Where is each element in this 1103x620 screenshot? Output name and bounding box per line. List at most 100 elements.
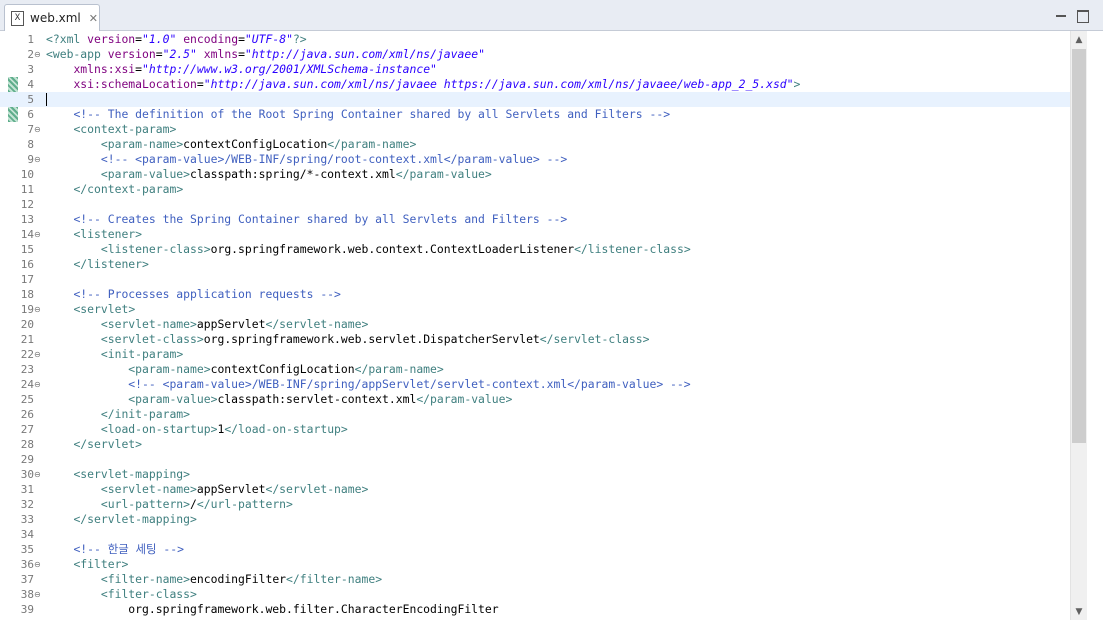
code-line[interactable]: 30 ⊖ <servlet-mapping> [0, 467, 1070, 482]
code-line[interactable]: 23 <param-name>contextConfigLocation</pa… [0, 362, 1070, 377]
fold-toggle-icon[interactable]: ⊖ [34, 377, 41, 392]
code-text: </servlet> [73, 437, 143, 451]
code-text: <web-app version="2.5" xmlns="http://jav… [46, 47, 485, 61]
fold-toggle-icon[interactable]: ⊖ [34, 152, 41, 167]
code-line[interactable]: 2 ⊖ <web-app version="2.5" xmlns="http://j… [0, 47, 1070, 62]
code-text: <init-param> [100, 347, 184, 361]
fold-toggle-icon[interactable]: ⊖ [34, 347, 41, 362]
code-text: <param-value>classpath:spring/*-context.… [100, 167, 492, 181]
code-line[interactable]: 25 <param-value>classpath:servlet-contex… [0, 392, 1070, 407]
code-line[interactable]: 14 ⊖ <listener> [0, 227, 1070, 242]
code-line[interactable]: 38 ⊖ <filter-class> [0, 587, 1070, 602]
code-line[interactable]: 21 <servlet-class>org.springframework.we… [0, 332, 1070, 347]
line-number: 7 [27, 123, 34, 136]
code-line[interactable]: 36 ⊖ <filter> [0, 557, 1070, 572]
code-text: <!-- <param-value>/WEB-INF/spring/appSer… [128, 377, 691, 391]
vertical-scrollbar[interactable]: ▲ ▼ [1070, 31, 1087, 620]
code-text: org.springframework.web.filter.Character… [46, 602, 499, 616]
fold-toggle-icon[interactable]: ⊖ [34, 227, 41, 242]
code-line[interactable]: 26 </init-param> [0, 407, 1070, 422]
fold-toggle-icon[interactable]: ⊖ [34, 122, 41, 137]
code-line[interactable]: 35 <!-- 한글 세팅 --> [0, 542, 1070, 557]
scroll-down-icon[interactable]: ▼ [1071, 603, 1087, 620]
code-text: <url-pattern>/</url-pattern> [100, 497, 293, 511]
code-text: <param-name>contextConfigLocation</param… [128, 362, 444, 376]
line-number: 22 [20, 348, 34, 361]
code-line[interactable]: 6 <!-- The definition of the Root Spring… [0, 107, 1070, 122]
code-line[interactable]: 28 </servlet> [0, 437, 1070, 452]
line-number: 27 [20, 423, 34, 436]
code-lines[interactable]: 1 <?xml version="1.0" encoding="UTF-8"?> 2… [0, 32, 1070, 617]
code-text: <param-name>contextConfigLocation</param… [100, 137, 417, 151]
code-line[interactable]: 5 [0, 92, 1070, 107]
code-line[interactable]: 27 <load-on-startup>1</load-on-startup> [0, 422, 1070, 437]
code-line[interactable]: 32 <url-pattern>/</url-pattern> [0, 497, 1070, 512]
line-number: 33 [20, 513, 34, 526]
code-line[interactable]: 12 [0, 197, 1070, 212]
code-line[interactable]: 33 </servlet-mapping> [0, 512, 1070, 527]
code-text: <servlet-name>appServlet</servlet-name> [100, 317, 369, 331]
fold-toggle-icon[interactable]: ⊖ [34, 587, 41, 602]
code-text: <filter-name>encodingFilter</filter-name… [100, 572, 383, 586]
code-line[interactable]: 8 <param-name>contextConfigLocation</par… [0, 137, 1070, 152]
code-text: </init-param> [100, 407, 191, 421]
code-line[interactable]: 9 ⊖ <!-- <param-value>/WEB-INF/spring/roo… [0, 152, 1070, 167]
code-line[interactable]: 7 ⊖ <context-param> [0, 122, 1070, 137]
line-number: 26 [20, 408, 34, 421]
xml-file-icon: X [11, 10, 24, 26]
minimize-icon[interactable] [1054, 9, 1068, 23]
line-number: 14 [20, 228, 34, 241]
code-line[interactable]: 17 [0, 272, 1070, 287]
line-number: 8 [27, 138, 34, 151]
code-line[interactable]: 11 </context-param> [0, 182, 1070, 197]
code-line[interactable]: 16 </listener> [0, 257, 1070, 272]
code-text: <servlet-name>appServlet</servlet-name> [100, 482, 369, 496]
code-text: <filter-class> [100, 587, 197, 601]
code-line[interactable]: 4 xsi:schemaLocation="http://java.sun.co… [0, 77, 1070, 92]
line-number: 28 [20, 438, 34, 451]
tab-web-xml[interactable]: X web.xml ✕ [4, 4, 100, 31]
line-number: 24 [20, 378, 34, 391]
code-line[interactable]: 1 <?xml version="1.0" encoding="UTF-8"?> [0, 32, 1070, 47]
text-caret [46, 93, 47, 106]
close-icon[interactable]: ✕ [89, 13, 98, 24]
line-number: 38 [20, 588, 34, 601]
code-line[interactable]: 34 [0, 527, 1070, 542]
code-text: xmlns:xsi="http://www.w3.org/2001/XMLSch… [73, 62, 437, 76]
fold-toggle-icon[interactable]: ⊖ [34, 557, 41, 572]
line-number: 23 [20, 363, 34, 376]
code-line[interactable]: 37 <filter-name>encodingFilter</filter-n… [0, 572, 1070, 587]
maximize-icon[interactable] [1076, 9, 1090, 23]
code-line[interactable]: 15 <listener-class>org.springframework.w… [0, 242, 1070, 257]
line-number: 34 [20, 528, 34, 541]
code-line[interactable]: 31 <servlet-name>appServlet</servlet-nam… [0, 482, 1070, 497]
code-editor[interactable]: 1 <?xml version="1.0" encoding="UTF-8"?> 2… [0, 31, 1103, 620]
code-line[interactable]: 24 ⊖ <!-- <param-value>/WEB-INF/spring/ap… [0, 377, 1070, 392]
scroll-up-icon[interactable]: ▲ [1071, 31, 1087, 48]
code-line[interactable]: 22 ⊖ <init-param> [0, 347, 1070, 362]
code-line[interactable]: 20 <servlet-name>appServlet</servlet-nam… [0, 317, 1070, 332]
code-line[interactable]: 10 <param-value>classpath:spring/*-conte… [0, 167, 1070, 182]
line-number: 32 [20, 498, 34, 511]
line-number: 13 [20, 213, 34, 226]
line-number: 15 [20, 243, 34, 256]
code-text: <load-on-startup>1</load-on-startup> [100, 422, 348, 436]
line-number: 1 [27, 33, 34, 46]
code-line[interactable]: 39 org.springframework.web.filter.Charac… [0, 602, 1070, 617]
line-number: 12 [20, 198, 34, 211]
line-number: 16 [20, 258, 34, 271]
line-number: 19 [20, 303, 34, 316]
fold-toggle-icon[interactable]: ⊖ [34, 47, 41, 62]
code-line[interactable]: 18 <!-- Processes application requests -… [0, 287, 1070, 302]
fold-toggle-icon[interactable]: ⊖ [34, 467, 41, 482]
code-line[interactable]: 3 xmlns:xsi="http://www.w3.org/2001/XMLS… [0, 62, 1070, 77]
fold-toggle-icon[interactable]: ⊖ [34, 302, 41, 317]
scrollbar-thumb[interactable] [1072, 49, 1086, 443]
code-line[interactable]: 13 <!-- Creates the Spring Container sha… [0, 212, 1070, 227]
line-number: 9 [27, 153, 34, 166]
line-number: 5 [27, 93, 34, 106]
code-line[interactable]: 29 [0, 452, 1070, 467]
code-line[interactable]: 19 ⊖ <servlet> [0, 302, 1070, 317]
line-number: 30 [20, 468, 34, 481]
code-text: </listener> [73, 257, 149, 271]
